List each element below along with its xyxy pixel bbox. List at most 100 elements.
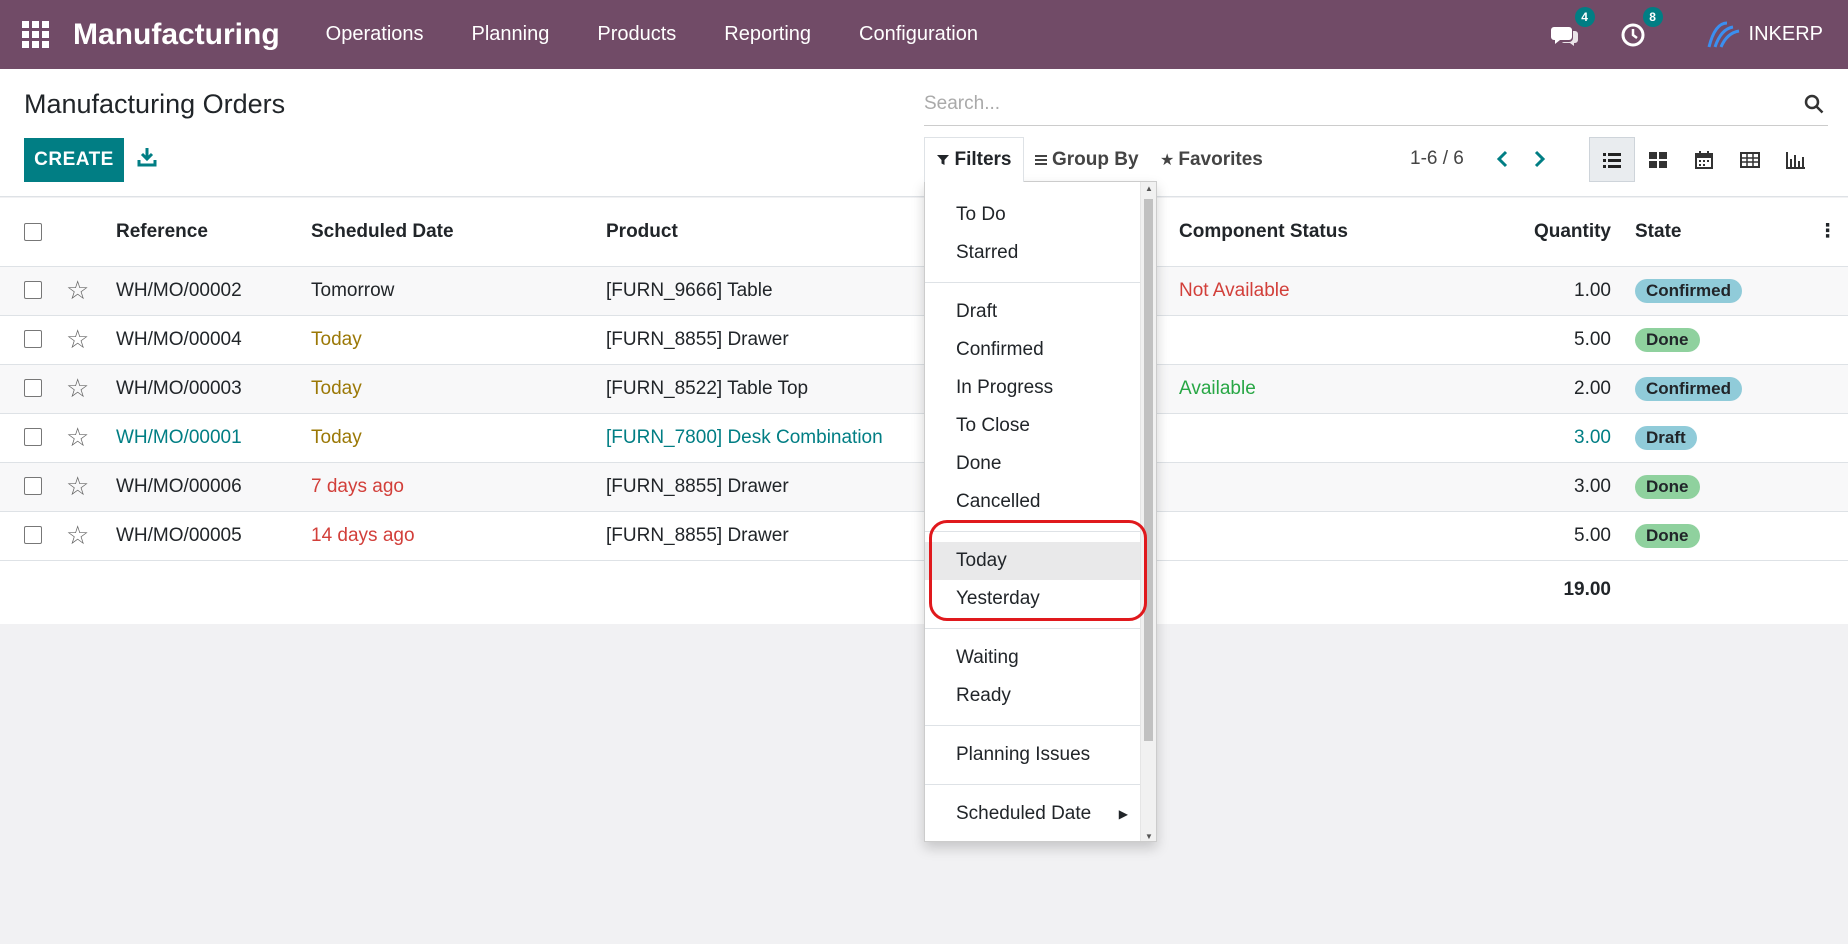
company-switcher[interactable]: INKERP — [1705, 19, 1823, 51]
row-date: Today — [311, 413, 606, 463]
filter-ready[interactable]: Ready — [925, 677, 1142, 715]
col-scheduled-date[interactable]: Scheduled Date — [311, 198, 606, 267]
messages-icon[interactable]: 4 — [1550, 6, 1595, 49]
col-reference[interactable]: Reference — [116, 198, 311, 267]
row-reference: WH/MO/00006 — [116, 462, 311, 512]
graph-view-icon[interactable] — [1773, 137, 1819, 182]
star-icon[interactable]: ☆ — [66, 471, 89, 501]
star-icon[interactable]: ☆ — [66, 422, 89, 452]
row-checkbox[interactable] — [24, 379, 42, 398]
filters-button[interactable]: Filters — [924, 137, 1024, 182]
messages-badge: 4 — [1574, 6, 1595, 27]
pager-previous-icon[interactable] — [1495, 148, 1509, 174]
create-button[interactable]: CREATE — [24, 138, 124, 182]
pivot-view-icon[interactable] — [1727, 137, 1773, 182]
caret-right-icon: ▶ — [1118, 807, 1128, 821]
filter-to-do[interactable]: To Do — [925, 196, 1142, 234]
star-icon[interactable]: ☆ — [66, 275, 89, 305]
filters-label: Filters — [954, 149, 1012, 170]
page-title: Manufacturing Orders — [24, 89, 286, 119]
filter-waiting[interactable]: Waiting — [925, 639, 1142, 677]
status-badge: Done — [1635, 523, 1700, 548]
menu-operations[interactable]: Operations — [326, 23, 424, 46]
row-reference: WH/MO/00005 — [116, 511, 311, 561]
row-date: Today — [311, 315, 606, 365]
scroll-up-arrow-icon[interactable]: ▲ — [1145, 184, 1153, 193]
annotation-highlight — [929, 520, 1147, 621]
row-date: Today — [311, 364, 606, 414]
status-badge: Confirmed — [1635, 376, 1742, 401]
filter-scheduled-date-label: Scheduled Date — [956, 803, 1092, 824]
favorites-button[interactable]: ★ Favorites — [1160, 137, 1263, 182]
col-component-status[interactable]: Component Status — [1179, 198, 1499, 267]
list-bars-icon — [1035, 154, 1047, 165]
calendar-view-icon[interactable] — [1681, 137, 1727, 182]
filter-done[interactable]: Done — [925, 445, 1142, 483]
divider — [925, 725, 1142, 726]
row-checkbox[interactable] — [24, 330, 42, 349]
row-quantity: 5.00 — [1499, 511, 1623, 561]
star-icon[interactable]: ☆ — [66, 520, 89, 550]
group-by-button[interactable]: Group By — [1034, 137, 1139, 182]
scroll-down-arrow-icon[interactable]: ▼ — [1145, 832, 1153, 841]
menu-configuration[interactable]: Configuration — [859, 23, 978, 46]
divider — [925, 282, 1142, 283]
filter-to-close[interactable]: To Close — [925, 407, 1142, 445]
kanban-view-icon[interactable] — [1635, 137, 1681, 182]
filter-cancelled[interactable]: Cancelled — [925, 483, 1142, 521]
row-quantity: 2.00 — [1499, 364, 1623, 414]
scrollbar-thumb[interactable] — [1144, 199, 1153, 741]
row-checkbox[interactable] — [24, 477, 42, 496]
star-icon: ★ — [1160, 151, 1175, 169]
row-reference: WH/MO/00001 — [116, 413, 311, 463]
row-component-status — [1179, 511, 1499, 561]
menu-reporting[interactable]: Reporting — [724, 23, 811, 46]
search-bar — [924, 84, 1828, 126]
row-checkbox[interactable] — [24, 281, 42, 300]
row-date: 14 days ago — [311, 511, 606, 561]
row-checkbox[interactable] — [24, 428, 42, 447]
activities-badge: 8 — [1642, 6, 1663, 27]
col-state[interactable]: State — [1623, 198, 1818, 267]
star-icon[interactable]: ☆ — [66, 324, 89, 354]
menu-products[interactable]: Products — [597, 23, 676, 46]
col-quantity[interactable]: Quantity — [1499, 198, 1623, 267]
filter-starred[interactable]: Starred — [925, 234, 1142, 272]
filter-confirmed[interactable]: Confirmed — [925, 331, 1142, 369]
search-input[interactable] — [924, 84, 1784, 124]
row-quantity: 3.00 — [1499, 462, 1623, 512]
menu-planning[interactable]: Planning — [472, 23, 550, 46]
filter-draft[interactable]: Draft — [925, 293, 1142, 331]
search-icon[interactable] — [1804, 94, 1824, 120]
row-reference: WH/MO/00004 — [116, 315, 311, 365]
divider — [925, 784, 1142, 785]
row-component-status: Available — [1179, 364, 1499, 414]
optional-columns-icon[interactable]: ⋮ — [1818, 221, 1837, 242]
favorites-label: Favorites — [1178, 148, 1263, 170]
list-view-icon[interactable] — [1589, 137, 1635, 182]
status-badge: Confirmed — [1635, 278, 1742, 303]
group-by-label: Group By — [1052, 148, 1139, 170]
star-icon[interactable]: ☆ — [66, 373, 89, 403]
row-quantity: 1.00 — [1499, 266, 1623, 316]
pager-next-icon[interactable] — [1533, 148, 1547, 174]
select-all-checkbox[interactable] — [24, 222, 42, 241]
filter-planning-issues[interactable]: Planning Issues — [925, 736, 1142, 774]
top-navbar: Manufacturing Operations Planning Produc… — [0, 0, 1848, 69]
dropdown-scrollbar[interactable]: ▲ ▼ — [1140, 182, 1156, 841]
row-quantity: 5.00 — [1499, 315, 1623, 365]
row-checkbox[interactable] — [24, 526, 42, 545]
apps-menu-icon[interactable] — [22, 20, 50, 49]
app-name[interactable]: Manufacturing — [73, 18, 280, 52]
activities-clock-icon[interactable]: 8 — [1619, 6, 1663, 49]
filter-in-progress[interactable]: In Progress — [925, 369, 1142, 407]
filters-dropdown: To Do Starred Draft Confirmed In Progres… — [924, 181, 1157, 842]
pager-value[interactable]: 1-6 / 6 — [1410, 148, 1464, 170]
row-date: 7 days ago — [311, 462, 606, 512]
filter-scheduled-date[interactable]: Scheduled Date ▶ — [925, 795, 1142, 833]
row-component-status — [1179, 462, 1499, 512]
download-icon[interactable] — [136, 146, 160, 170]
status-badge: Done — [1635, 327, 1700, 352]
row-component-status — [1179, 413, 1499, 463]
company-name: INKERP — [1748, 23, 1823, 45]
